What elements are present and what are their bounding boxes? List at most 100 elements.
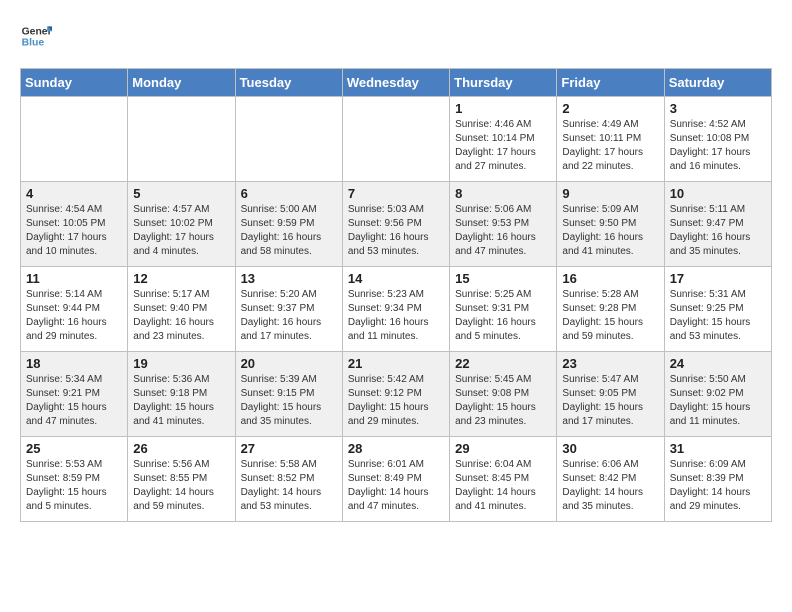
calendar-day-cell: 15 Sunrise: 5:25 AM Sunset: 9:31 PM Dayli… <box>450 267 557 352</box>
calendar-day-cell: 20 Sunrise: 5:39 AM Sunset: 9:15 PM Dayli… <box>235 352 342 437</box>
weekday-header-tuesday: Tuesday <box>235 69 342 97</box>
day-number: 11 <box>26 271 122 286</box>
calendar-day-cell: 14 Sunrise: 5:23 AM Sunset: 9:34 PM Dayli… <box>342 267 449 352</box>
weekday-header-wednesday: Wednesday <box>342 69 449 97</box>
day-number: 29 <box>455 441 551 456</box>
weekday-header-row: SundayMondayTuesdayWednesdayThursdayFrid… <box>21 69 772 97</box>
day-number: 14 <box>348 271 444 286</box>
weekday-header-saturday: Saturday <box>664 69 771 97</box>
calendar-day-cell: 27 Sunrise: 5:58 AM Sunset: 8:52 PM Dayli… <box>235 437 342 522</box>
day-info: Sunrise: 4:52 AM Sunset: 10:08 PM Daylig… <box>670 118 766 174</box>
day-info: Sunrise: 5:28 AM Sunset: 9:28 PM Dayligh… <box>562 288 658 344</box>
calendar-day-cell: 5 Sunrise: 4:57 AM Sunset: 10:02 PM Dayli… <box>128 182 235 267</box>
day-number: 4 <box>26 186 122 201</box>
calendar-day-cell: 21 Sunrise: 5:42 AM Sunset: 9:12 PM Dayli… <box>342 352 449 437</box>
calendar-day-cell: 30 Sunrise: 6:06 AM Sunset: 8:42 PM Dayli… <box>557 437 664 522</box>
day-number: 3 <box>670 101 766 116</box>
day-info: Sunrise: 5:09 AM Sunset: 9:50 PM Dayligh… <box>562 203 658 259</box>
day-info: Sunrise: 6:09 AM Sunset: 8:39 PM Dayligh… <box>670 458 766 514</box>
day-number: 17 <box>670 271 766 286</box>
calendar-table: SundayMondayTuesdayWednesdayThursdayFrid… <box>20 68 772 522</box>
calendar-week-row: 18 Sunrise: 5:34 AM Sunset: 9:21 PM Dayli… <box>21 352 772 437</box>
day-number: 23 <box>562 356 658 371</box>
day-number: 28 <box>348 441 444 456</box>
day-info: Sunrise: 4:57 AM Sunset: 10:02 PM Daylig… <box>133 203 229 259</box>
day-number: 25 <box>26 441 122 456</box>
day-number: 16 <box>562 271 658 286</box>
day-number: 31 <box>670 441 766 456</box>
day-number: 19 <box>133 356 229 371</box>
calendar-day-cell <box>128 97 235 182</box>
weekday-header-sunday: Sunday <box>21 69 128 97</box>
calendar-day-cell: 18 Sunrise: 5:34 AM Sunset: 9:21 PM Dayli… <box>21 352 128 437</box>
calendar-week-row: 25 Sunrise: 5:53 AM Sunset: 8:59 PM Dayli… <box>21 437 772 522</box>
calendar-day-cell: 8 Sunrise: 5:06 AM Sunset: 9:53 PM Daylig… <box>450 182 557 267</box>
day-number: 2 <box>562 101 658 116</box>
calendar-day-cell: 16 Sunrise: 5:28 AM Sunset: 9:28 PM Dayli… <box>557 267 664 352</box>
day-number: 27 <box>241 441 337 456</box>
day-info: Sunrise: 5:36 AM Sunset: 9:18 PM Dayligh… <box>133 373 229 429</box>
calendar-day-cell: 17 Sunrise: 5:31 AM Sunset: 9:25 PM Dayli… <box>664 267 771 352</box>
calendar-day-cell: 25 Sunrise: 5:53 AM Sunset: 8:59 PM Dayli… <box>21 437 128 522</box>
calendar-week-row: 1 Sunrise: 4:46 AM Sunset: 10:14 PM Dayli… <box>21 97 772 182</box>
day-info: Sunrise: 5:39 AM Sunset: 9:15 PM Dayligh… <box>241 373 337 429</box>
day-info: Sunrise: 5:42 AM Sunset: 9:12 PM Dayligh… <box>348 373 444 429</box>
day-number: 15 <box>455 271 551 286</box>
calendar-day-cell: 13Sunrise: 5:20 AM Sunset: 9:37 PM Dayli… <box>235 267 342 352</box>
day-info: Sunrise: 4:54 AM Sunset: 10:05 PM Daylig… <box>26 203 122 259</box>
calendar-day-cell: 1 Sunrise: 4:46 AM Sunset: 10:14 PM Dayli… <box>450 97 557 182</box>
day-number: 6 <box>241 186 337 201</box>
day-number: 1 <box>455 101 551 116</box>
day-number: 18 <box>26 356 122 371</box>
logo-icon: General Blue <box>20 20 52 52</box>
day-number: 21 <box>348 356 444 371</box>
day-info: Sunrise: 5:23 AM Sunset: 9:34 PM Dayligh… <box>348 288 444 344</box>
day-info: Sunrise: 5:50 AM Sunset: 9:02 PM Dayligh… <box>670 373 766 429</box>
day-info: Sunrise: 5:47 AM Sunset: 9:05 PM Dayligh… <box>562 373 658 429</box>
calendar-day-cell <box>235 97 342 182</box>
calendar-day-cell: 26Sunrise: 5:56 AM Sunset: 8:55 PM Dayli… <box>128 437 235 522</box>
page-header: General Blue <box>20 20 772 52</box>
calendar-day-cell: 31 Sunrise: 6:09 AM Sunset: 8:39 PM Dayli… <box>664 437 771 522</box>
svg-text:Blue: Blue <box>22 38 45 49</box>
day-info: Sunrise: 6:04 AM Sunset: 8:45 PM Dayligh… <box>455 458 551 514</box>
calendar-day-cell: 23 Sunrise: 5:47 AM Sunset: 9:05 PM Dayli… <box>557 352 664 437</box>
day-info: Sunrise: 5:25 AM Sunset: 9:31 PM Dayligh… <box>455 288 551 344</box>
day-number: 30 <box>562 441 658 456</box>
day-info: Sunrise: 5:11 AM Sunset: 9:47 PM Dayligh… <box>670 203 766 259</box>
day-info: Sunrise: 5:53 AM Sunset: 8:59 PM Dayligh… <box>26 458 122 514</box>
day-info: Sunrise: 5:06 AM Sunset: 9:53 PM Dayligh… <box>455 203 551 259</box>
day-info: Sunrise: 5:00 AM Sunset: 9:59 PM Dayligh… <box>241 203 337 259</box>
day-info: Sunrise: 5:34 AM Sunset: 9:21 PM Dayligh… <box>26 373 122 429</box>
logo: General Blue <box>20 20 52 52</box>
day-info: Sunrise: 6:01 AM Sunset: 8:49 PM Dayligh… <box>348 458 444 514</box>
day-number: 13 <box>241 271 337 286</box>
day-info: Sunrise: 6:06 AM Sunset: 8:42 PM Dayligh… <box>562 458 658 514</box>
weekday-header-thursday: Thursday <box>450 69 557 97</box>
weekday-header-friday: Friday <box>557 69 664 97</box>
day-info: Sunrise: 5:03 AM Sunset: 9:56 PM Dayligh… <box>348 203 444 259</box>
calendar-day-cell: 22 Sunrise: 5:45 AM Sunset: 9:08 PM Dayli… <box>450 352 557 437</box>
day-number: 22 <box>455 356 551 371</box>
day-number: 8 <box>455 186 551 201</box>
calendar-week-row: 4 Sunrise: 4:54 AM Sunset: 10:05 PM Dayli… <box>21 182 772 267</box>
calendar-day-cell: 24 Sunrise: 5:50 AM Sunset: 9:02 PM Dayli… <box>664 352 771 437</box>
day-info: Sunrise: 5:56 AM Sunset: 8:55 PM Dayligh… <box>133 458 229 514</box>
day-info: Sunrise: 5:31 AM Sunset: 9:25 PM Dayligh… <box>670 288 766 344</box>
day-number: 12 <box>133 271 229 286</box>
calendar-week-row: 11Sunrise: 5:14 AM Sunset: 9:44 PM Dayli… <box>21 267 772 352</box>
calendar-day-cell: 2Sunrise: 4:49 AM Sunset: 10:11 PM Dayli… <box>557 97 664 182</box>
calendar-day-cell: 12 Sunrise: 5:17 AM Sunset: 9:40 PM Dayli… <box>128 267 235 352</box>
calendar-day-cell: 9Sunrise: 5:09 AM Sunset: 9:50 PM Daylig… <box>557 182 664 267</box>
day-number: 5 <box>133 186 229 201</box>
day-info: Sunrise: 5:45 AM Sunset: 9:08 PM Dayligh… <box>455 373 551 429</box>
calendar-day-cell <box>342 97 449 182</box>
day-number: 24 <box>670 356 766 371</box>
day-info: Sunrise: 4:46 AM Sunset: 10:14 PM Daylig… <box>455 118 551 174</box>
day-info: Sunrise: 5:58 AM Sunset: 8:52 PM Dayligh… <box>241 458 337 514</box>
day-number: 10 <box>670 186 766 201</box>
day-info: Sunrise: 5:17 AM Sunset: 9:40 PM Dayligh… <box>133 288 229 344</box>
day-number: 20 <box>241 356 337 371</box>
calendar-day-cell: 11Sunrise: 5:14 AM Sunset: 9:44 PM Dayli… <box>21 267 128 352</box>
calendar-day-cell: 19 Sunrise: 5:36 AM Sunset: 9:18 PM Dayli… <box>128 352 235 437</box>
